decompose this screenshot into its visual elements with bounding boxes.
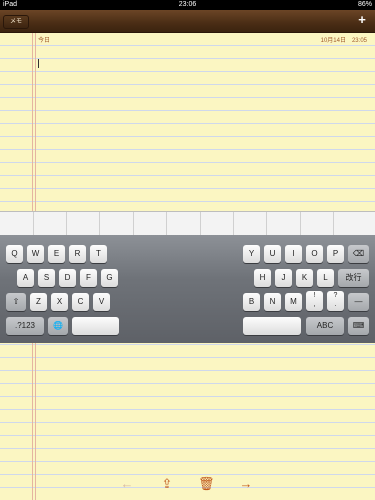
key-y[interactable]: Y <box>243 245 260 263</box>
key-a[interactable]: A <box>17 269 34 287</box>
key-o[interactable]: O <box>306 245 323 263</box>
share-icon[interactable]: ⇪ <box>159 476 175 492</box>
next-note-icon[interactable]: → <box>238 476 254 492</box>
trash-icon[interactable]: 🗑 <box>198 476 215 492</box>
key-p[interactable]: P <box>327 245 344 263</box>
abc-key[interactable]: ABC <box>306 317 344 335</box>
key-m[interactable]: M <box>285 293 302 311</box>
key-question-label: ? <box>333 292 338 299</box>
key-l[interactable]: L <box>317 269 334 287</box>
key-comma-label: , <box>313 301 316 308</box>
key-c[interactable]: C <box>72 293 89 311</box>
key-r[interactable]: R <box>69 245 86 263</box>
keyboard-hide-icon[interactable]: ⌨ <box>348 317 369 335</box>
shift-key[interactable]: ⇧ <box>6 293 26 311</box>
dash-key[interactable]: — <box>348 293 369 311</box>
key-question-period[interactable]: ? . <box>327 291 344 311</box>
return-key[interactable]: 改行 <box>338 269 369 287</box>
key-f[interactable]: F <box>80 269 97 287</box>
key-n[interactable]: N <box>264 293 281 311</box>
key-t[interactable]: T <box>90 245 107 263</box>
add-note-button[interactable]: + <box>355 13 369 27</box>
split-keyboard: Q W E R T A S D F G ⇧ Z X C V .?123 🌐 Y … <box>0 235 375 343</box>
previous-note-icon[interactable]: ← <box>119 476 135 492</box>
key-g[interactable]: G <box>101 269 118 287</box>
key-v[interactable]: V <box>93 293 110 311</box>
key-u[interactable]: U <box>264 245 281 263</box>
key-j[interactable]: J <box>275 269 292 287</box>
title-bar: メモ + <box>0 10 375 33</box>
battery-percent: 86% <box>357 1 372 8</box>
key-q[interactable]: Q <box>6 245 23 263</box>
key-h[interactable]: H <box>254 269 271 287</box>
key-x[interactable]: X <box>51 293 68 311</box>
note-timestamp: 10月14日 23:05 <box>320 38 367 44</box>
key-exclaim-comma[interactable]: ! , <box>306 291 323 311</box>
key-w[interactable]: W <box>27 245 44 263</box>
delete-icon[interactable]: ⌫ <box>348 245 369 263</box>
note-date-today: 今日 <box>38 38 51 44</box>
key-d[interactable]: D <box>59 269 76 287</box>
numbers-key[interactable]: .?123 <box>6 317 44 335</box>
key-k[interactable]: K <box>296 269 313 287</box>
key-i[interactable]: I <box>285 245 302 263</box>
key-z[interactable]: Z <box>30 293 47 311</box>
key-exclaim-label: ! <box>313 292 316 299</box>
keyboard-candidate-bar <box>0 211 375 236</box>
key-period-label: . <box>334 301 337 308</box>
memo-list-button[interactable]: メモ <box>3 15 29 29</box>
space-key-left[interactable] <box>72 317 119 335</box>
status-bar: iPad 23:06 86% <box>0 0 375 10</box>
key-s[interactable]: S <box>38 269 55 287</box>
key-e[interactable]: E <box>48 245 65 263</box>
key-b[interactable]: B <box>243 293 260 311</box>
text-cursor <box>38 59 39 68</box>
clock: 23:06 <box>178 1 197 8</box>
space-key-right[interactable] <box>243 317 301 335</box>
globe-icon[interactable]: 🌐 <box>48 317 68 335</box>
